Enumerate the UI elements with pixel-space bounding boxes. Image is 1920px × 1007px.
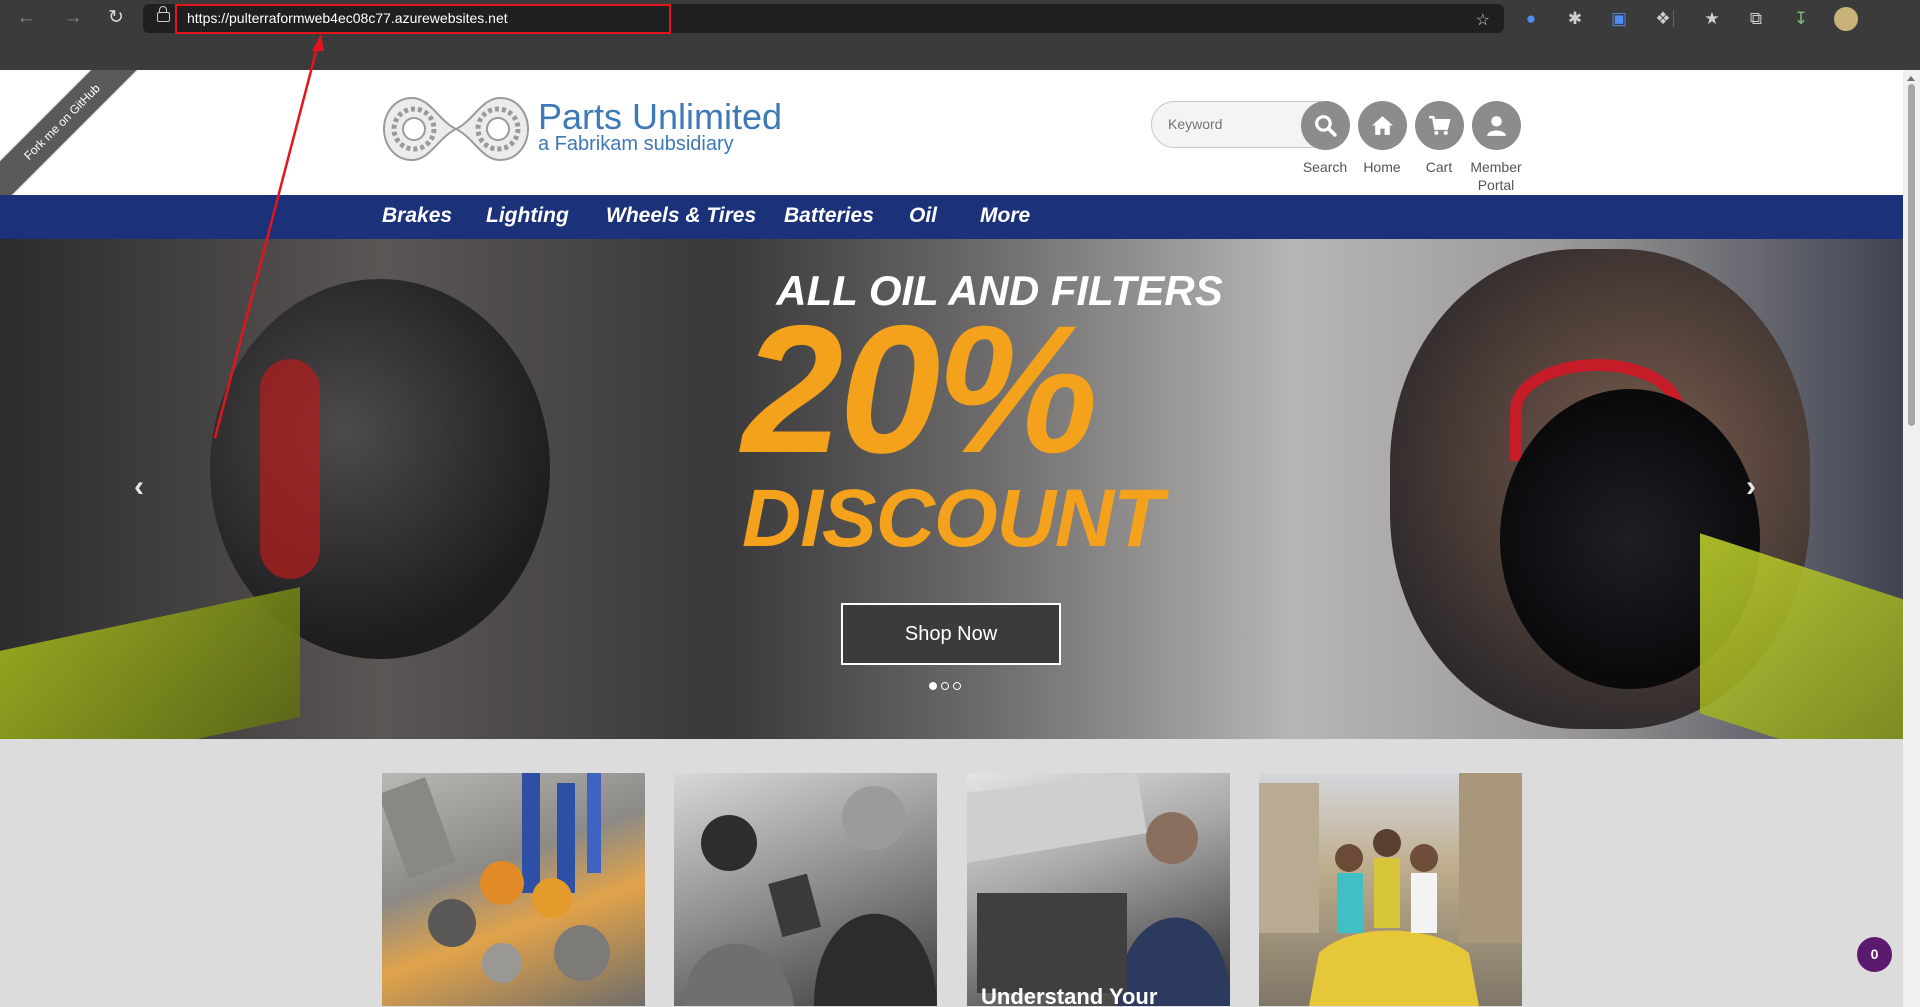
address-bar[interactable]: https://pulterraformweb4ec08c77.azureweb… — [143, 4, 1504, 34]
home-button[interactable] — [1358, 101, 1407, 150]
menu-item-brakes[interactable]: Brakes — [382, 204, 452, 228]
tile-lifestyle-image — [1259, 773, 1522, 1006]
forward-icon[interactable]: → — [61, 6, 85, 30]
parts-unlimited-logo[interactable] — [382, 94, 530, 164]
tile-understand-image — [967, 773, 1230, 1006]
brand-subtitle: a Fabrikam subsidiary — [538, 133, 734, 155]
tile-caption: Understand Your — [981, 984, 1158, 1006]
menu-item-batteries[interactable]: Batteries — [784, 204, 874, 228]
back-icon[interactable]: ← — [14, 6, 38, 30]
bug-icon[interactable]: ✱ — [1562, 6, 1588, 32]
hero-photo-bg-detail — [260, 359, 320, 579]
menu-item-lighting[interactable]: Lighting — [486, 204, 569, 228]
toolbar-divider — [1673, 10, 1674, 27]
tile-lifestyle[interactable] — [1259, 773, 1522, 1006]
hero-percent: 20% — [742, 287, 1098, 491]
search-button[interactable] — [1301, 101, 1350, 150]
user-icon — [1487, 116, 1506, 136]
cart-icon — [1429, 115, 1451, 135]
notification-badge[interactable]: 0 — [1857, 937, 1892, 972]
profile-icon[interactable] — [1834, 7, 1858, 31]
brand-title[interactable]: Parts Unlimited — [538, 96, 782, 138]
member-portal-button[interactable] — [1472, 101, 1521, 150]
favorite-add-icon[interactable]: ☆ — [1476, 10, 1490, 30]
screenshot-icon[interactable]: ▣ — [1606, 6, 1632, 32]
hero-discount: DISCOUNT — [742, 473, 1163, 564]
downloads-icon[interactable]: ↧ — [1788, 6, 1814, 32]
hero-carousel: ALL OIL AND FILTERS 20% DISCOUNT Shop No… — [0, 239, 1903, 739]
tile-parts-image — [382, 773, 610, 983]
menu-item-wheels-tires[interactable]: Wheels & Tires — [606, 204, 756, 228]
category-menu: Brakes Lighting Wheels & Tires Batteries… — [0, 195, 1903, 239]
carousel-indicators — [929, 677, 965, 695]
carousel-dot[interactable] — [941, 682, 949, 690]
shop-now-button[interactable]: Shop Now — [841, 603, 1061, 665]
url-text[interactable]: https://pulterraformweb4ec08c77.azureweb… — [187, 10, 508, 26]
search-input[interactable] — [1166, 115, 1310, 133]
browser-toolbar: ← → ↻ https://pulterraformweb4ec08c77.az… — [0, 0, 1920, 37]
lock-icon — [157, 6, 170, 22]
site-header: Fork me on GitHub Parts Unlimited a Fabr… — [0, 70, 1903, 203]
github-ribbon[interactable]: Fork me on GitHub — [0, 70, 143, 203]
tile-parts[interactable] — [382, 773, 645, 1006]
carousel-dot[interactable] — [953, 682, 961, 690]
scroll-up-icon[interactable] — [1907, 76, 1915, 81]
carousel-prev-icon[interactable]: ‹ — [134, 472, 144, 502]
carousel-next-icon[interactable]: › — [1746, 472, 1756, 502]
tile-sales[interactable] — [674, 773, 937, 1006]
page-scrollbar[interactable] — [1903, 70, 1920, 1007]
tile-understand[interactable]: Understand Your — [967, 773, 1230, 1006]
hero-photo-bg-detail — [0, 587, 300, 739]
member-label-line2: Portal — [1477, 177, 1515, 193]
browser-chrome: ← → ↻ https://pulterraformweb4ec08c77.az… — [0, 0, 1920, 70]
reload-icon[interactable]: ↻ — [104, 6, 128, 30]
menu-item-oil[interactable]: Oil — [909, 204, 937, 228]
home-icon — [1372, 116, 1393, 135]
collections-icon[interactable]: ⧉ — [1743, 6, 1769, 32]
tile-sales-image — [684, 786, 937, 1006]
menu-item-more[interactable]: More — [980, 204, 1030, 228]
search-icon — [1315, 115, 1337, 137]
web-page: Fork me on GitHub Parts Unlimited a Fabr… — [0, 70, 1903, 1007]
cart-button[interactable] — [1415, 101, 1464, 150]
favorites-icon[interactable]: ★ — [1699, 6, 1725, 32]
member-label-line1: Member — [1470, 159, 1522, 175]
extension-icon[interactable]: ● — [1518, 6, 1544, 32]
scrollbar-thumb[interactable] — [1908, 84, 1915, 426]
carousel-dot[interactable] — [929, 682, 937, 690]
member-portal-label: Member Portal — [1461, 158, 1531, 194]
